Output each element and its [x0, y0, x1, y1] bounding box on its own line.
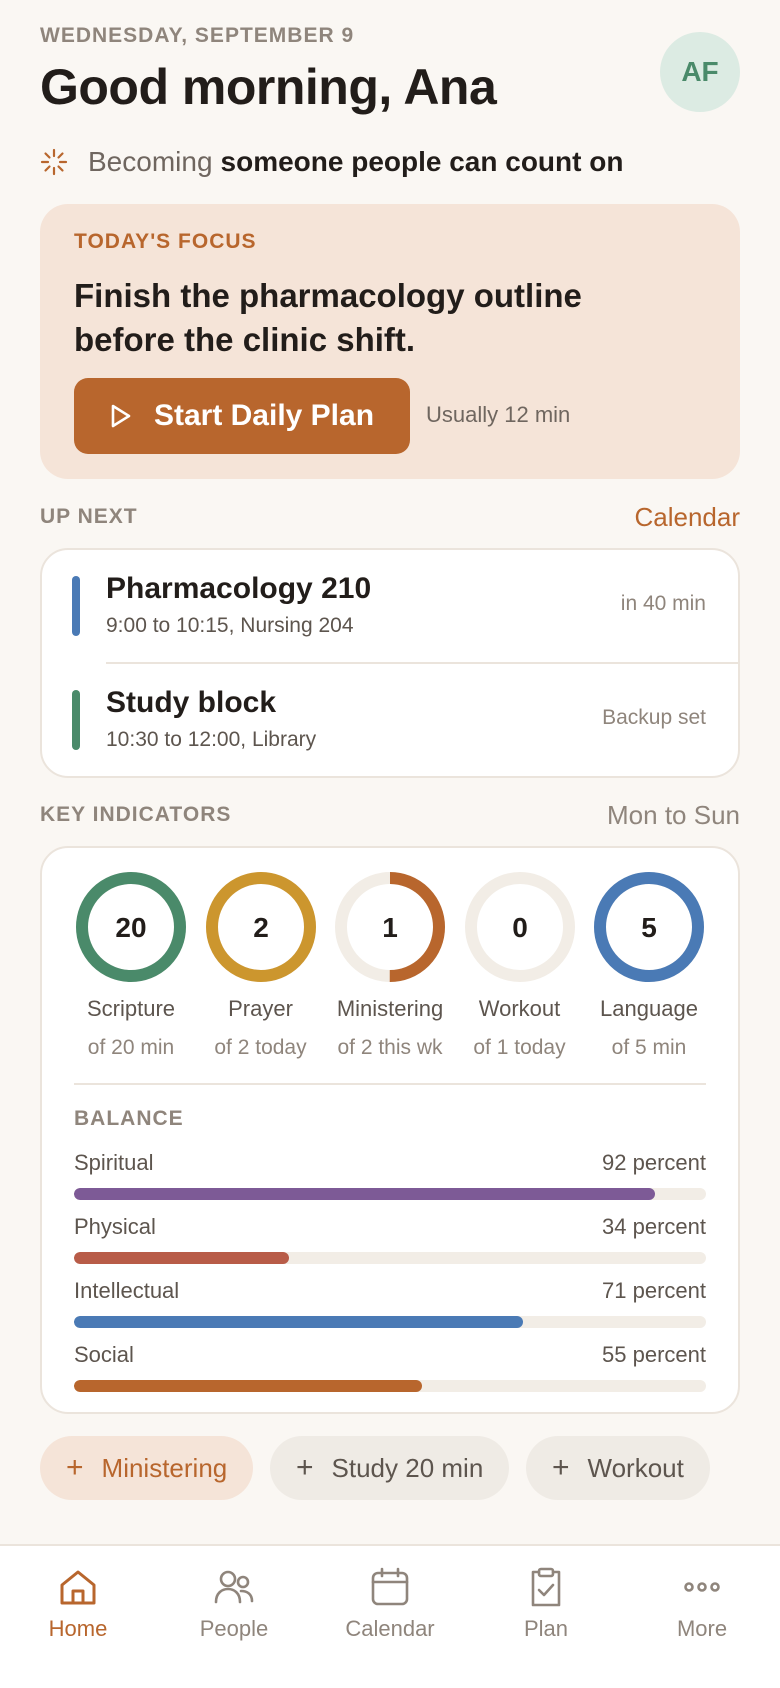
quick-add-ministering-button[interactable]: + Ministering	[40, 1436, 254, 1500]
balance-row-social: Social 55 percent	[74, 1342, 706, 1392]
balance-track	[74, 1380, 706, 1392]
ring-chart: 20	[76, 872, 186, 982]
ring-prayer[interactable]: 2 Prayer of 2 today	[204, 870, 318, 1060]
plus-icon: +	[66, 1451, 84, 1484]
ring-value: 5	[641, 912, 657, 943]
tab-label: Home	[48, 1616, 108, 1641]
balance-value: 55 percent	[602, 1342, 706, 1367]
sparkle-icon	[40, 148, 68, 176]
event-color-bar	[72, 690, 80, 750]
ring-chart: 5	[594, 872, 704, 982]
calendar-link[interactable]: Calendar	[634, 502, 740, 533]
ring-label: Language	[600, 996, 698, 1021]
balance-value: 71 percent	[602, 1278, 706, 1303]
ring-ministering[interactable]: 1 Ministering of 2 this wk	[333, 870, 447, 1060]
balance-name: Spiritual	[74, 1150, 154, 1175]
event-status: Backup set	[602, 706, 706, 729]
avatar[interactable]: AF	[660, 32, 740, 112]
ring-workout[interactable]: 0 Workout of 1 today	[463, 870, 577, 1060]
tab-label: Calendar	[345, 1616, 435, 1641]
event-status: in 40 min	[620, 592, 706, 615]
ring-value: 0	[512, 912, 528, 943]
calendar-icon	[371, 1567, 409, 1606]
plus-icon: +	[296, 1451, 314, 1484]
play-icon	[110, 404, 132, 428]
ring-chart: 0	[464, 872, 575, 982]
date-label: WEDNESDAY, SEPTEMBER 9	[40, 24, 355, 47]
start-daily-plan-button[interactable]: Start Daily Plan	[74, 378, 410, 454]
ring-value: 2	[253, 912, 269, 943]
key-indicators-label: KEY INDICATORS	[40, 803, 232, 826]
more-icon	[684, 1582, 720, 1592]
chip-label: Workout	[587, 1452, 684, 1483]
event-title: Study block	[106, 686, 277, 719]
identity-text: someone people can count on	[220, 146, 624, 177]
identity-statement: Becoming someone people can count on	[40, 146, 623, 178]
clipboard-check-icon	[531, 1567, 561, 1607]
balance-name: Intellectual	[74, 1278, 180, 1303]
tab-bar: Home People Calendar Plan More	[0, 1544, 780, 1688]
ring-chart: 1	[335, 872, 445, 982]
balance-fill	[74, 1188, 656, 1200]
balance-value: 92 percent	[602, 1150, 706, 1175]
balance-row-spiritual: Spiritual 92 percent	[74, 1150, 706, 1200]
event-row[interactable]: Pharmacology 210 9:00 to 10:15, Nursing …	[40, 550, 740, 662]
chip-label: Ministering	[101, 1452, 228, 1483]
identity-prefix: Becoming	[88, 146, 213, 177]
people-icon	[214, 1570, 254, 1604]
divider	[74, 1083, 706, 1085]
date-range[interactable]: Mon to Sun	[607, 800, 740, 831]
event-color-bar	[72, 576, 80, 636]
balance-track	[74, 1188, 706, 1200]
tab-label: Plan	[523, 1616, 569, 1641]
plus-icon: +	[552, 1451, 570, 1484]
tab-label: More	[676, 1616, 728, 1641]
balance-track	[74, 1316, 706, 1328]
tab-people[interactable]: People	[156, 1566, 312, 1642]
up-next-label: UP NEXT	[40, 505, 138, 528]
event-subtitle: 10:30 to 12:00, Library	[106, 728, 317, 751]
ring-chart: 2	[205, 872, 316, 982]
quick-add-study-button[interactable]: + Study 20 min	[270, 1436, 510, 1500]
focus-label: TODAY'S FOCUS	[74, 230, 257, 253]
balance-name: Physical	[74, 1214, 156, 1239]
event-row[interactable]: Study block 10:30 to 12:00, Library Back…	[40, 664, 740, 776]
ring-language[interactable]: 5 Language of 5 min	[592, 870, 706, 1060]
balance-name: Social	[74, 1342, 134, 1367]
start-daily-plan-label: Start Daily Plan	[153, 399, 375, 432]
ring-value: 1	[382, 912, 398, 943]
quick-add-workout-button[interactable]: + Workout	[526, 1436, 710, 1500]
balance-label: BALANCE	[74, 1107, 184, 1130]
tab-home[interactable]: Home	[0, 1566, 156, 1642]
page-title: Good morning, Ana	[40, 59, 497, 115]
tab-calendar[interactable]: Calendar	[312, 1566, 468, 1642]
event-title: Pharmacology 210	[106, 572, 372, 605]
ring-value: 20	[115, 912, 146, 943]
home-icon	[60, 1570, 96, 1605]
balance-fill	[74, 1316, 523, 1328]
tab-plan[interactable]: Plan	[468, 1566, 624, 1642]
ring-scripture[interactable]: 20 Scripture of 20 min	[74, 870, 188, 1060]
focus-text: Finish the pharmacology outline before t…	[74, 277, 582, 358]
balance-fill	[74, 1252, 289, 1264]
balance-row-intellectual: Intellectual 71 percent	[74, 1278, 706, 1328]
event-subtitle: 9:00 to 10:15, Nursing 204	[106, 614, 354, 637]
chip-label: Study 20 min	[331, 1452, 484, 1483]
tab-label: People	[199, 1616, 269, 1641]
tab-more[interactable]: More	[624, 1566, 780, 1642]
duration-hint: Usually 12 min	[426, 402, 571, 427]
balance-value: 34 percent	[602, 1214, 706, 1239]
balance-fill	[74, 1380, 422, 1392]
balance-track	[74, 1252, 706, 1264]
ring-target: of 5 min	[611, 1036, 687, 1059]
rings-row: 20 Scripture of 20 min 2 Prayer of 2 tod…	[74, 870, 706, 1060]
balance-row-physical: Physical 34 percent	[74, 1214, 706, 1264]
